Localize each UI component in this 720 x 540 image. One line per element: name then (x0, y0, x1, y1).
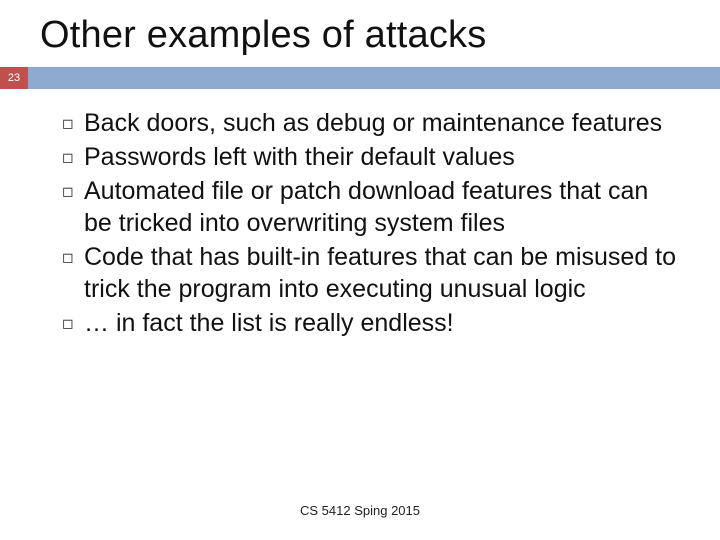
slide-footer: CS 5412 Sping 2015 (0, 503, 720, 518)
bullet-list: ◻ Back doors, such as debug or maintenan… (0, 89, 720, 339)
accent-band: 23 (0, 67, 720, 89)
list-item: ◻ Passwords left with their default valu… (62, 141, 680, 173)
slide: Other examples of attacks 23 ◻ Back door… (0, 0, 720, 540)
list-item-text: Automated file or patch download feature… (84, 175, 680, 239)
list-item-text: Passwords left with their default values (84, 141, 515, 173)
list-item: ◻ … in fact the list is really endless! (62, 307, 680, 339)
slide-title: Other examples of attacks (0, 0, 720, 67)
list-item-text: … in fact the list is really endless! (84, 307, 454, 339)
bullet-icon: ◻ (62, 141, 84, 173)
page-number-badge: 23 (0, 67, 28, 89)
bullet-icon: ◻ (62, 241, 84, 273)
list-item: ◻ Back doors, such as debug or maintenan… (62, 107, 680, 139)
list-item: ◻ Automated file or patch download featu… (62, 175, 680, 239)
bullet-icon: ◻ (62, 107, 84, 139)
list-item-text: Code that has built-in features that can… (84, 241, 680, 305)
list-item-text: Back doors, such as debug or maintenance… (84, 107, 662, 139)
bullet-icon: ◻ (62, 307, 84, 339)
bullet-icon: ◻ (62, 175, 84, 207)
list-item: ◻ Code that has built-in features that c… (62, 241, 680, 305)
